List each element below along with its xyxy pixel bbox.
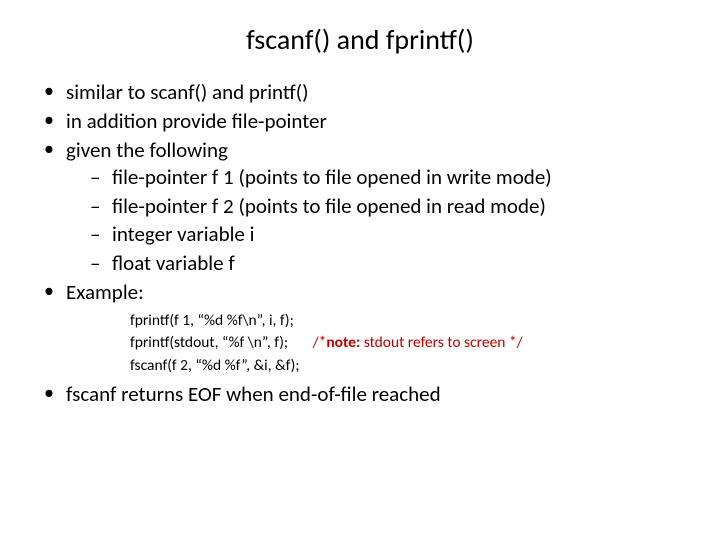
slide-title: fscanf() and fprintf() <box>30 22 690 57</box>
bullet-item: similar to scanf() and printf() <box>40 79 690 106</box>
code-pad <box>288 333 313 352</box>
note-rest: stdout refers to screen */ <box>360 333 522 352</box>
code-block: fprintf(f 1, “%d %f\n”, i, f); fprintf(s… <box>130 310 690 377</box>
sub-list: file-pointer f 1 (points to file opened … <box>90 164 690 278</box>
sub-item: file-pointer f 2 (points to file opened … <box>90 193 690 220</box>
sub-item: integer variable i <box>90 221 690 248</box>
slide: fscanf() and fprintf() similar to scanf(… <box>0 0 720 540</box>
bullet-text: given the following <box>66 137 228 163</box>
bullet-item: in addition provide file-pointer <box>40 108 690 135</box>
bullet-item: fscanf returns EOF when end-of-file reac… <box>40 381 690 408</box>
code-line: fprintf(stdout, “%f \n”, f); /*note: std… <box>130 332 690 354</box>
code-line: fscanf(f 2, “%d %f”, &i, &f); <box>130 355 690 377</box>
note-bold: note: <box>326 333 360 352</box>
sub-item: file-pointer f 1 (points to file opened … <box>90 164 690 191</box>
bullet-item: Example: fprintf(f 1, “%d %f\n”, i, f); … <box>40 279 690 377</box>
code-line: fprintf(f 1, “%d %f\n”, i, f); <box>130 310 690 332</box>
bullet-list: similar to scanf() and printf() in addit… <box>40 79 690 408</box>
bullet-text: Example: <box>66 279 144 305</box>
note-prefix: /* <box>313 333 327 352</box>
sub-item: float variable f <box>90 250 690 277</box>
bullet-item: given the following file-pointer f 1 (po… <box>40 137 690 277</box>
code-text: fprintf(stdout, “%f \n”, f); <box>130 333 288 352</box>
